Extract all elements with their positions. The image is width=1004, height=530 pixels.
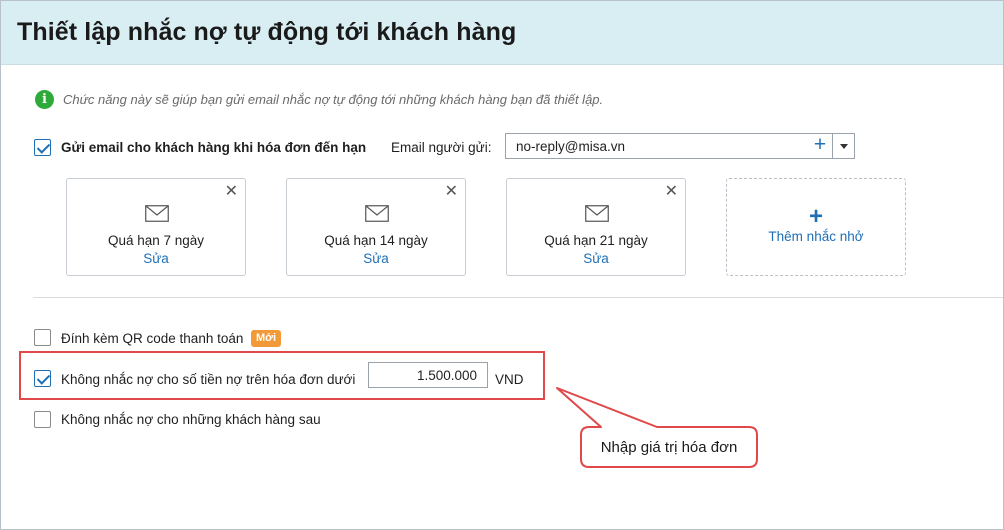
reminder-name: Quá hạn 21 ngày: [544, 233, 648, 248]
new-badge: Mới: [251, 330, 282, 347]
reminder-card[interactable]: ✕ Quá hạn 21 ngày Sửa: [506, 178, 686, 276]
page-title: Thiết lập nhắc nợ tự động tới khách hàng: [17, 18, 517, 46]
dialog-frame: Thiết lập nhắc nợ tự động tới khách hàng…: [0, 0, 1004, 530]
add-reminder-button[interactable]: + Thêm nhắc nhở: [726, 178, 906, 276]
info-icon: i: [35, 90, 54, 109]
info-banner: i Chức năng này sẽ giúp bạn gửi email nh…: [35, 90, 603, 109]
reminder-card[interactable]: ✕ Quá hạn 7 ngày Sửa: [66, 178, 246, 276]
envelope-icon: [365, 205, 389, 222]
qr-checkbox[interactable]: [34, 329, 51, 346]
reminder-name: Quá hạn 14 ngày: [324, 233, 428, 248]
chevron-down-icon[interactable]: [840, 144, 848, 149]
reminder-card[interactable]: ✕ Quá hạn 14 ngày Sửa: [286, 178, 466, 276]
reminder-name: Quá hạn 7 ngày: [107, 233, 205, 248]
select-separator: [832, 134, 833, 158]
header: Thiết lập nhắc nợ tự động tới khách hàng: [1, 1, 1003, 65]
close-icon[interactable]: ✕: [445, 181, 458, 201]
exclude-customers-label: Không nhắc nợ cho những khách hàng sau: [61, 412, 321, 427]
add-sender-plus-icon[interactable]: +: [810, 134, 830, 158]
qr-label: Đính kèm QR code thanh toán: [61, 331, 244, 346]
exclude-customers-checkbox[interactable]: [34, 411, 51, 428]
send-email-label: Gửi email cho khách hàng khi hóa đơn đến…: [61, 140, 367, 155]
reminder-edit-link[interactable]: Sửa: [507, 251, 685, 266]
envelope-icon: [145, 205, 169, 222]
reminder-edit-link[interactable]: Sửa: [67, 251, 245, 266]
envelope-icon: [585, 205, 609, 222]
highlight-box: [19, 351, 545, 400]
plus-icon: +: [808, 203, 823, 230]
callout-text: Nhập giá trị hóa đơn: [600, 438, 738, 456]
close-icon[interactable]: ✕: [665, 181, 678, 201]
close-icon[interactable]: ✕: [225, 181, 238, 201]
reminder-edit-link[interactable]: Sửa: [287, 251, 465, 266]
section-divider: [33, 297, 1003, 298]
send-email-checkbox[interactable]: [34, 139, 51, 156]
info-text: Chức năng này sẽ giúp bạn gửi email nhắc…: [63, 92, 604, 107]
sender-email-value: no-reply@misa.vn: [516, 139, 625, 154]
add-reminder-label: Thêm nhắc nhở: [768, 229, 864, 244]
sender-label: Email người gửi:: [391, 140, 492, 155]
sender-email-select[interactable]: no-reply@misa.vn +: [505, 133, 855, 159]
